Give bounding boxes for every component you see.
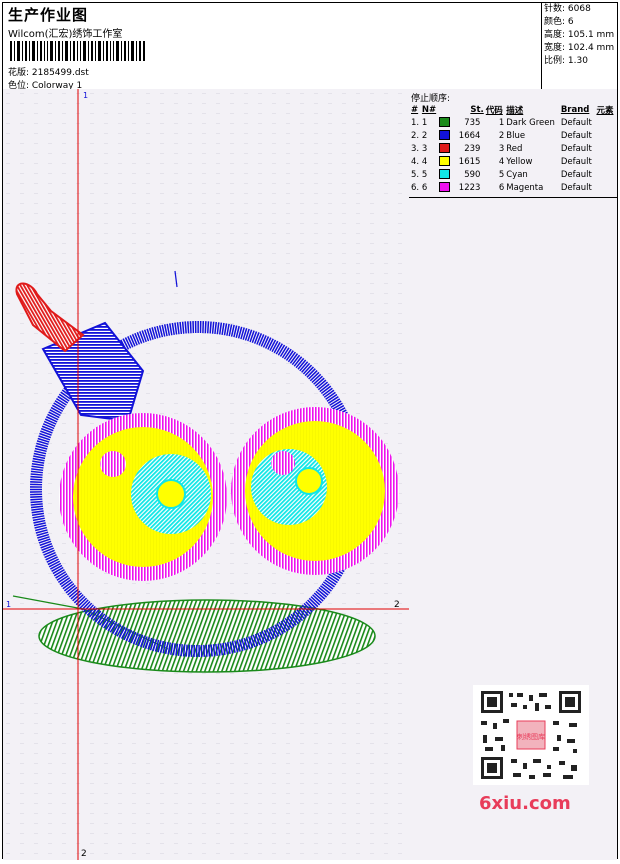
barcode-icon [10, 41, 145, 61]
table-row: 5. 5 590 5 Cyan Default [410, 168, 616, 181]
cell-desc: Yellow [506, 156, 533, 167]
cell-brand: Default [560, 130, 592, 141]
cell-brand: Default [560, 169, 592, 180]
cell-desc: Cyan [506, 169, 528, 180]
guide-v-top: 1 [83, 91, 88, 100]
guide-v-bottom: 2 [81, 849, 87, 859]
cell-index: 4. [411, 156, 420, 167]
stitch-count: 1615 [458, 156, 481, 167]
stitch-count: 1664 [458, 130, 481, 141]
cell-element [595, 168, 616, 181]
cell-index: 6. [411, 182, 420, 193]
col-desc: 描述 [506, 105, 524, 116]
col-stitches: St. [470, 104, 484, 115]
cell-n: 2 [421, 130, 428, 141]
cell-element [595, 116, 616, 129]
stat-stitches: 针数: 6068 [544, 4, 591, 14]
cell-code: 4 [498, 156, 505, 167]
cell-stitches: 1615 [438, 155, 484, 168]
production-sheet: 生产作业图 Wilcom(汇宏)绣饰工作室 花版: 2185499.dst 色位… [2, 2, 618, 860]
stitch-count: 735 [464, 117, 481, 128]
cell-n: 5 [421, 169, 428, 180]
cell-n: 4 [421, 156, 428, 167]
col-element: 元素 [596, 105, 614, 116]
cell-brand: Default [560, 156, 592, 167]
cell-index: 1. [411, 117, 420, 128]
color-swatch [439, 117, 451, 128]
software-name: Wilcom(汇宏)绣饰工作室 [8, 29, 123, 40]
cell-index: 3. [411, 143, 420, 154]
table-row: 1. 1 735 1 Dark Green Default [410, 116, 616, 129]
cell-element [595, 142, 616, 155]
left-eye [59, 413, 227, 581]
color-swatch [439, 169, 451, 180]
cell-code: 6 [498, 182, 505, 193]
cell-element [595, 129, 616, 142]
table-row: 6. 6 1223 6 Magenta Default [410, 181, 616, 194]
watermark-logo: 6xiu.com [479, 793, 571, 814]
guide-h-left: 1 [6, 600, 11, 609]
stat-height: 高度: 105.1 mm [544, 30, 615, 40]
design-canvas: 1 2 1 2 [3, 89, 410, 860]
cell-n: 6 [421, 182, 428, 193]
stat-colors: 颜色: 6 [544, 17, 574, 27]
header: 生产作业图 Wilcom(汇宏)绣饰工作室 花版: 2185499.dst 色位… [3, 3, 618, 91]
guide-h-right: 2 [394, 600, 400, 610]
qr-code: 刺绣图库 [473, 685, 589, 785]
table-row: 4. 4 1615 4 Yellow Default [410, 155, 616, 168]
cell-n: 3 [421, 143, 428, 154]
cell-index: 5. [411, 169, 420, 180]
cell-element [595, 155, 616, 168]
embroidery-preview: 1 2 1 2 [3, 89, 409, 860]
right-eye [231, 407, 399, 575]
cell-code: 3 [498, 143, 505, 154]
color-swatch [439, 156, 451, 167]
cell-n: 1 [421, 117, 428, 128]
cell-desc: Dark Green [506, 117, 555, 128]
cell-code: 1 [498, 117, 505, 128]
cell-code: 5 [498, 169, 505, 180]
cell-code: 2 [498, 130, 505, 141]
cell-stitches: 1223 [438, 181, 484, 194]
cell-stitches: 1664 [438, 129, 484, 142]
stats-panel: 针数: 6068 颜色: 6 高度: 105.1 mm 宽度: 102.4 mm… [541, 3, 618, 89]
stitch-count: 590 [464, 169, 481, 180]
cell-stitches: 590 [438, 168, 484, 181]
col-brand: Brand [560, 104, 590, 115]
color-swatch [439, 182, 451, 193]
divider [409, 197, 617, 198]
design-file: 花版: 2185499.dst [8, 68, 89, 78]
col-n: N# [421, 104, 437, 115]
col-index: # [411, 104, 419, 115]
color-swatch [439, 130, 451, 141]
cell-desc: Blue [506, 130, 526, 141]
color-swatch [439, 143, 451, 154]
cell-stitches: 239 [438, 142, 484, 155]
cell-element [595, 181, 616, 194]
page-title: 生产作业图 [8, 6, 89, 24]
stat-scale: 比例: 1.30 [544, 56, 588, 66]
stop-sequence-table: # N# St. 代码 描述 Brand 元素 1. 1 735 1 Dark Gree… [410, 103, 616, 194]
stat-width: 宽度: 102.4 mm [544, 43, 615, 53]
cell-index: 2. [411, 130, 420, 141]
table-row: 3. 3 239 3 Red Default [410, 142, 616, 155]
cell-brand: Default [560, 182, 592, 193]
qr-badge-text: 刺绣图库 [517, 732, 545, 741]
stitch-count: 1223 [458, 182, 481, 193]
cell-brand: Default [560, 117, 592, 128]
cell-desc: Red [506, 143, 523, 154]
stitch-count: 239 [464, 143, 481, 154]
cell-desc: Magenta [506, 182, 544, 193]
cell-brand: Default [560, 143, 592, 154]
table-row: 2. 2 1664 2 Blue Default [410, 129, 616, 142]
cell-stitches: 735 [438, 116, 484, 129]
col-code: 代码 [485, 105, 503, 116]
